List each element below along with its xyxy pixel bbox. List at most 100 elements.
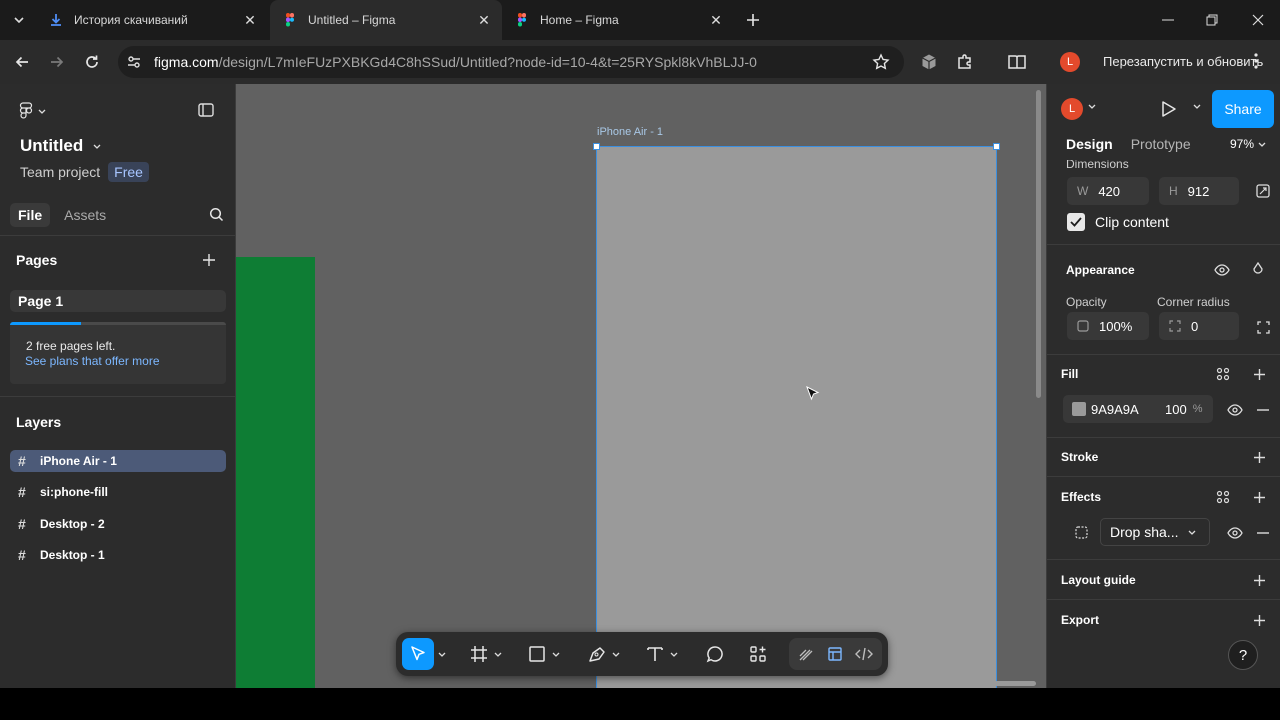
resize-handle-top-right[interactable] (993, 143, 1000, 150)
fill-color-field[interactable]: 9A9A9A 100 % (1063, 395, 1213, 423)
reload-icon[interactable] (80, 50, 104, 74)
layout-guide-heading: Layout guide (1061, 573, 1136, 587)
green-frame-desktop[interactable] (236, 257, 315, 688)
divider (1047, 599, 1280, 600)
new-tab-plus-icon[interactable] (742, 9, 764, 31)
move-tool-chevron-icon[interactable] (438, 638, 446, 670)
search-icon[interactable] (209, 207, 224, 222)
file-assets-tabs: File Assets (10, 203, 226, 227)
effect-settings-icon[interactable] (1073, 524, 1089, 540)
pen-tool-button[interactable] (588, 638, 620, 670)
tab-untitled-figma[interactable]: Untitled – Figma ✕ (270, 0, 502, 40)
extensions-puzzle-icon[interactable] (954, 51, 976, 73)
tab-file[interactable]: File (10, 203, 51, 227)
file-title[interactable]: Untitled (20, 136, 101, 156)
chevron-down-icon (93, 144, 101, 149)
divider (1047, 244, 1280, 245)
chevron-down-icon[interactable] (1193, 104, 1201, 109)
frame-label[interactable]: iPhone Air - 1 (597, 126, 663, 138)
rectangle-tool-button[interactable] (528, 638, 560, 670)
fill-visibility-eye-icon[interactable] (1227, 402, 1243, 418)
site-settings-icon[interactable] (124, 52, 144, 72)
styles-grid-icon[interactable] (1215, 366, 1231, 382)
stroke-heading: Stroke (1061, 450, 1099, 464)
layer-name: Desktop - 2 (40, 517, 105, 531)
close-tab-icon[interactable]: ✕ (242, 12, 258, 28)
add-layout-guide-plus-icon[interactable] (1251, 572, 1267, 588)
tab-search-chevron-icon[interactable] (8, 9, 30, 31)
tab-prototype[interactable]: Prototype (1122, 134, 1200, 154)
effect-visibility-eye-icon[interactable] (1227, 525, 1243, 541)
profile-avatar[interactable]: L (1060, 52, 1080, 72)
back-arrow-icon[interactable] (10, 50, 34, 74)
add-page-plus-icon[interactable] (202, 253, 216, 267)
design-mode-icon[interactable] (822, 638, 848, 670)
address-bar[interactable]: figma.com/design/L7mIeFUzPXBKGd4C8hSSud/… (118, 46, 904, 78)
frame-tool-button[interactable] (470, 638, 502, 670)
draw-mode-icon[interactable] (793, 638, 819, 670)
add-export-plus-icon[interactable] (1251, 612, 1267, 628)
plan-badge[interactable]: Free (108, 162, 149, 182)
add-effect-plus-icon[interactable] (1251, 489, 1267, 505)
tab-assets[interactable]: Assets (56, 203, 114, 227)
horizontal-scrollbar[interactable] (886, 681, 1036, 686)
chevron-down-icon[interactable] (1088, 104, 1096, 109)
layer-desktop-1[interactable]: # Desktop - 1 (10, 544, 226, 566)
resize-handle-top-left[interactable] (593, 143, 600, 150)
restore-icon[interactable] (1190, 0, 1234, 40)
forward-arrow-icon[interactable] (45, 50, 69, 74)
remove-fill-minus-icon[interactable] (1255, 402, 1271, 418)
eye-icon[interactable] (1213, 262, 1231, 278)
close-tab-icon[interactable]: ✕ (476, 12, 492, 28)
zoom-dropdown[interactable]: 97% (1230, 137, 1266, 151)
share-button[interactable]: Share (1212, 90, 1274, 128)
sidebar-toggle-icon[interactable] (198, 103, 214, 117)
text-tool-button[interactable] (646, 638, 678, 670)
close-window-icon[interactable] (1236, 0, 1280, 40)
reading-mode-icon[interactable] (1006, 51, 1028, 73)
add-fill-plus-icon[interactable] (1251, 366, 1267, 382)
width-field[interactable]: W 420 (1067, 177, 1149, 205)
tab-home-figma[interactable]: Home – Figma ✕ (502, 0, 734, 40)
present-play-icon[interactable] (1159, 100, 1177, 118)
resize-to-fit-icon[interactable] (1255, 183, 1271, 199)
layer-desktop-2[interactable]: # Desktop - 2 (10, 513, 226, 535)
divider (1047, 354, 1280, 355)
page-item-page-1[interactable]: Page 1 (10, 290, 226, 312)
vertical-scrollbar[interactable] (1036, 90, 1041, 398)
main-menu-button[interactable] (18, 102, 46, 120)
corner-radius-field[interactable]: 0 (1159, 312, 1239, 340)
minimize-icon[interactable] (1146, 0, 1190, 40)
tab-download-history[interactable]: История скачиваний ✕ (36, 0, 268, 40)
more-menu-icon[interactable] (1254, 52, 1258, 70)
relaunch-update-button[interactable]: Перезапустить и обновить (1103, 54, 1263, 69)
project-name[interactable]: Team project (20, 164, 100, 180)
blend-mode-drop-icon[interactable] (1250, 261, 1266, 277)
remove-effect-minus-icon[interactable] (1255, 525, 1271, 541)
design-canvas[interactable]: iPhone Air - 1 (236, 84, 1046, 688)
iphone-air-frame[interactable] (593, 143, 1000, 688)
layer-iphone-air-1[interactable]: # iPhone Air - 1 (10, 450, 226, 472)
bookmark-star-icon[interactable] (872, 53, 890, 71)
height-field[interactable]: H 912 (1159, 177, 1239, 205)
comment-tool-button[interactable] (706, 638, 724, 670)
independent-corners-icon[interactable] (1255, 319, 1271, 335)
close-tab-icon[interactable]: ✕ (708, 12, 724, 28)
effect-styles-grid-icon[interactable] (1215, 489, 1231, 505)
fill-hex-value: 9A9A9A (1091, 401, 1139, 417)
help-button[interactable]: ? (1228, 640, 1258, 670)
extension-cube-icon[interactable] (918, 51, 940, 73)
actions-tool-button[interactable] (749, 638, 767, 670)
fill-swatch[interactable] (1072, 402, 1086, 416)
dev-mode-code-icon[interactable] (851, 638, 877, 670)
tab-design[interactable]: Design (1057, 134, 1122, 154)
add-stroke-plus-icon[interactable] (1251, 449, 1267, 465)
effect-type-dropdown[interactable]: Drop sha... (1100, 518, 1210, 546)
user-avatar[interactable]: L (1061, 98, 1083, 120)
see-plans-link[interactable]: See plans that offer more (25, 354, 160, 368)
opacity-field[interactable]: 100% (1067, 312, 1149, 340)
move-tool-button[interactable] (402, 638, 434, 670)
layer-si-phone-fill[interactable]: # si:phone-fill (10, 481, 226, 503)
browser-tab-bar: История скачиваний ✕ Untitled – Figma ✕ … (0, 0, 1280, 40)
clip-content-checkbox[interactable] (1067, 213, 1085, 231)
